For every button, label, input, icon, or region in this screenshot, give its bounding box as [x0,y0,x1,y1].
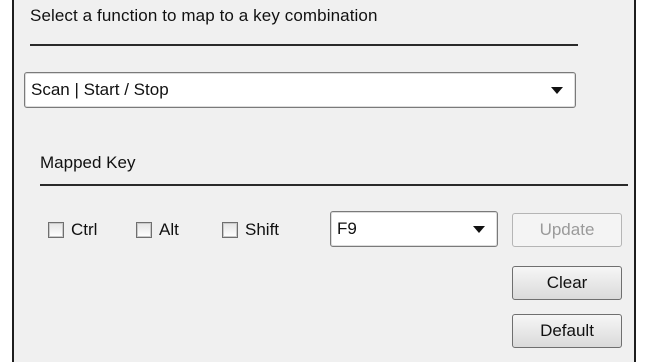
function-select[interactable]: Scan | Start / Stop [24,72,576,108]
heading-divider [30,44,578,46]
alt-checkbox-label: Alt [159,220,179,239]
ctrl-checkbox-label: Ctrl [71,220,98,239]
mapped-key-label: Mapped Key [40,153,136,172]
clear-button[interactable]: Clear [512,266,622,300]
chevron-down-icon [473,226,485,233]
default-button[interactable]: Default [512,314,622,348]
chevron-down-icon [551,87,563,94]
update-button[interactable]: Update [512,213,622,247]
alt-checkbox[interactable]: Alt [136,218,179,242]
mapped-key-divider [40,184,628,186]
key-mapping-panel: Select a function to map to a key combin… [12,0,636,362]
ctrl-checkbox-box[interactable] [48,222,64,238]
function-select-value: Scan | Start / Stop [31,80,169,99]
function-heading: Select a function to map to a key combin… [30,6,378,25]
key-select-value: F9 [337,219,357,238]
ctrl-checkbox[interactable]: Ctrl [48,218,97,242]
alt-checkbox-box[interactable] [136,222,152,238]
shift-checkbox-box[interactable] [222,222,238,238]
key-select[interactable]: F9 [330,211,498,247]
shift-checkbox[interactable]: Shift [222,218,279,242]
shift-checkbox-label: Shift [245,220,280,239]
